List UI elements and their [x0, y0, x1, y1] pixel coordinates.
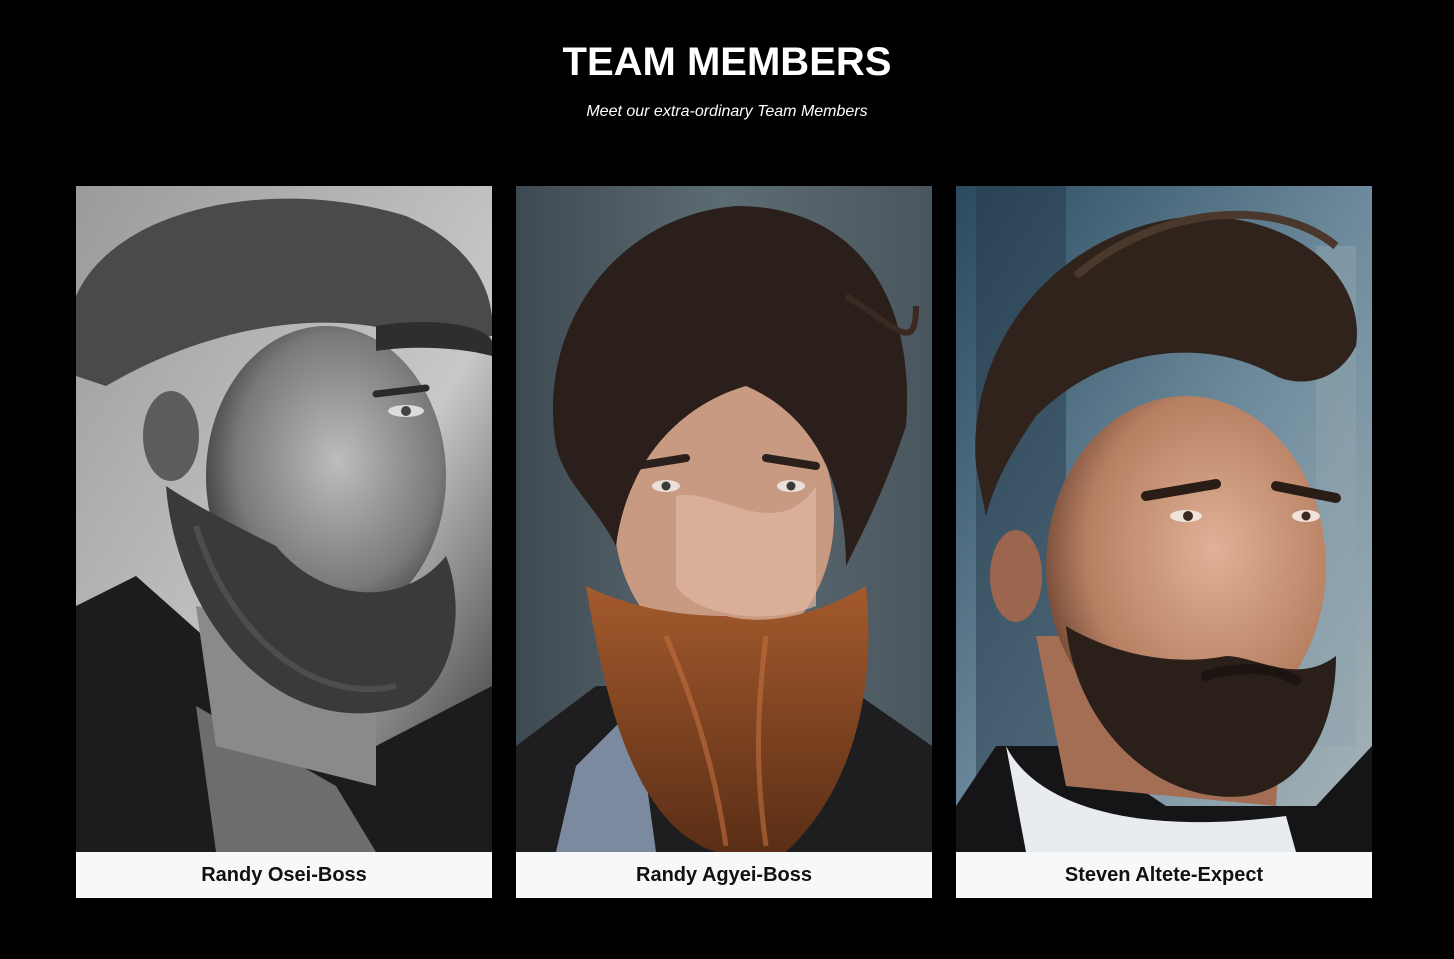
team-grid: Randy Osei-Boss Randy Agyei-Boss Steven …: [76, 186, 1372, 898]
member-name: Randy Osei-Boss: [76, 852, 492, 898]
member-name: Randy Agyei-Boss: [516, 852, 932, 898]
member-photo: [76, 186, 492, 852]
member-photo: [516, 186, 932, 852]
team-member-card[interactable]: Steven Altete-Expect: [956, 186, 1372, 898]
team-member-card[interactable]: Randy Osei-Boss: [76, 186, 492, 898]
section-title: TEAM MEMBERS: [562, 40, 892, 84]
member-photo: [956, 186, 1372, 852]
team-member-card[interactable]: Randy Agyei-Boss: [516, 186, 932, 898]
member-name: Steven Altete-Expect: [956, 852, 1372, 898]
section-subtitle: Meet our extra-ordinary Team Members: [586, 103, 868, 120]
